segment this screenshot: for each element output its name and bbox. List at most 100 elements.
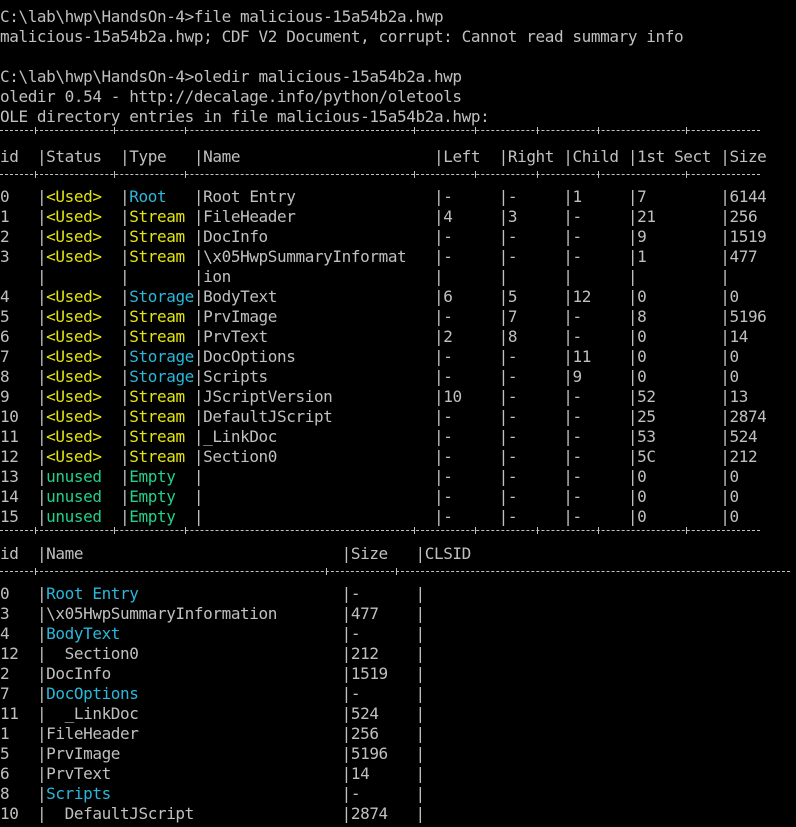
- column-divider: |: [415, 704, 426, 723]
- column-divider: |: [120, 347, 130, 366]
- table-row: 3 |<Used> |Stream |\x05HwpSummaryInforma…: [0, 247, 785, 267]
- column-divider: |: [193, 347, 204, 366]
- cell-type: Storage: [129, 347, 194, 366]
- column-divider: |: [341, 604, 352, 623]
- cell-left: -: [443, 227, 499, 246]
- cell-size: 2874: [350, 804, 416, 823]
- column-divider: |: [498, 347, 509, 366]
- column-divider: |: [341, 624, 352, 643]
- cell-left: -: [443, 447, 499, 466]
- cell-right: -: [507, 407, 564, 426]
- column-divider: |: [120, 147, 130, 166]
- column-divider: |: [193, 207, 204, 226]
- cell-right: -: [507, 347, 564, 366]
- cell-clsid: [425, 584, 794, 603]
- separator-plus: [686, 171, 687, 178]
- column-divider: |: [341, 544, 352, 563]
- separator-plus: [35, 171, 36, 178]
- cell-type: Stream: [129, 207, 194, 226]
- column-divider: |: [36, 307, 47, 326]
- column-divider: |: [415, 724, 426, 743]
- tree-table-separator-header: [0, 568, 790, 575]
- cell-sect: 25: [637, 407, 721, 426]
- column-divider: |: [563, 447, 573, 466]
- cell-left: -: [443, 467, 499, 486]
- cell-sect: 1: [637, 247, 721, 266]
- cell-child: -: [572, 427, 628, 446]
- cell-size: -: [350, 584, 416, 603]
- cell-size: 5196: [350, 744, 416, 763]
- cell-type: Empty: [129, 467, 194, 486]
- column-divider: |: [433, 327, 444, 346]
- column-divider: |: [433, 447, 444, 466]
- cell-size: 0: [729, 467, 785, 486]
- column-divider: |: [120, 307, 130, 326]
- cell-sect: 0: [637, 467, 721, 486]
- cell-left: 4: [443, 207, 499, 226]
- cell-id: 0: [0, 187, 37, 206]
- column-divider: |: [120, 207, 130, 226]
- separator-plus: [598, 171, 599, 178]
- table-row: 13 |unused |Empty | |- |- |- |0 |0: [0, 467, 785, 487]
- cell-name: _LinkDoc: [46, 704, 342, 723]
- cell-name: Scripts: [46, 784, 342, 803]
- column-divider: |: [627, 247, 638, 266]
- cell-type: Stream: [129, 447, 194, 466]
- cell-id: 5: [0, 744, 37, 763]
- table-header-row: id |Status |Type |Name |Left |Right |Chi…: [0, 147, 785, 167]
- column-divider: |: [341, 584, 352, 603]
- cell-sect: 53: [637, 427, 721, 446]
- column-divider: |: [36, 467, 47, 486]
- cell-left: -: [443, 487, 499, 506]
- column-divider: |: [498, 427, 509, 446]
- column-divider: |: [627, 407, 638, 426]
- table-row: 2 |<Used> |Stream |DocInfo |- |- |- |9 |…: [0, 227, 785, 247]
- cell-sect: 0: [637, 347, 721, 366]
- column-divider: |: [36, 207, 47, 226]
- column-divider: |: [433, 147, 444, 166]
- column-divider: |: [120, 407, 130, 426]
- separator-plus: [414, 127, 415, 134]
- cell-name: PrvImage: [46, 744, 342, 763]
- cell-sect: 0: [637, 367, 721, 386]
- column-divider: |: [415, 664, 426, 683]
- cell-name: \x05HwpSummaryInformation: [46, 604, 342, 623]
- column-divider: |: [563, 267, 573, 286]
- column-divider: |: [563, 207, 573, 226]
- cell-child: -: [572, 207, 628, 226]
- cell-clsid: CLSID: [424, 544, 795, 563]
- cell-size: 2874: [729, 407, 785, 426]
- separator-plus: [475, 171, 476, 178]
- column-divider: |: [193, 407, 204, 426]
- column-divider: |: [415, 644, 426, 663]
- cell-right: -: [507, 447, 564, 466]
- column-divider: |: [36, 367, 47, 386]
- column-divider: |: [415, 804, 426, 823]
- cell-right: 3: [507, 207, 564, 226]
- table-row: 11 |<Used> |Stream |_LinkDoc |- |- |- |5…: [0, 427, 785, 447]
- column-divider: |: [193, 287, 204, 306]
- cell-name: FileHeader: [46, 724, 342, 743]
- cell-clsid: [425, 644, 794, 663]
- cell-id: 3: [0, 247, 37, 266]
- cell-size: Size: [350, 544, 416, 563]
- cell-status: <Used>: [46, 447, 121, 466]
- column-divider: |: [120, 507, 130, 526]
- column-divider: |: [120, 287, 130, 306]
- column-divider: |: [36, 327, 47, 346]
- cell-size: -: [350, 684, 416, 703]
- cell-child: -: [572, 387, 628, 406]
- column-divider: |: [498, 487, 509, 506]
- cell-clsid: [425, 624, 794, 643]
- cell-child: 1: [572, 187, 628, 206]
- tree-table-row: 12 | Section0 |212 |: [0, 644, 794, 664]
- column-divider: |: [120, 487, 130, 506]
- column-divider: |: [341, 664, 352, 683]
- tree-table-row: 3 |\x05HwpSummaryInformation |477 |: [0, 604, 794, 624]
- column-divider: |: [341, 704, 352, 723]
- cell-right: 8: [507, 327, 564, 346]
- column-divider: |: [627, 367, 638, 386]
- terminal-window[interactable]: C:\lab\hwp\HandsOn-4>file malicious-15a5…: [0, 0, 796, 827]
- cell-id: id: [0, 147, 37, 166]
- cell-clsid: [425, 724, 794, 743]
